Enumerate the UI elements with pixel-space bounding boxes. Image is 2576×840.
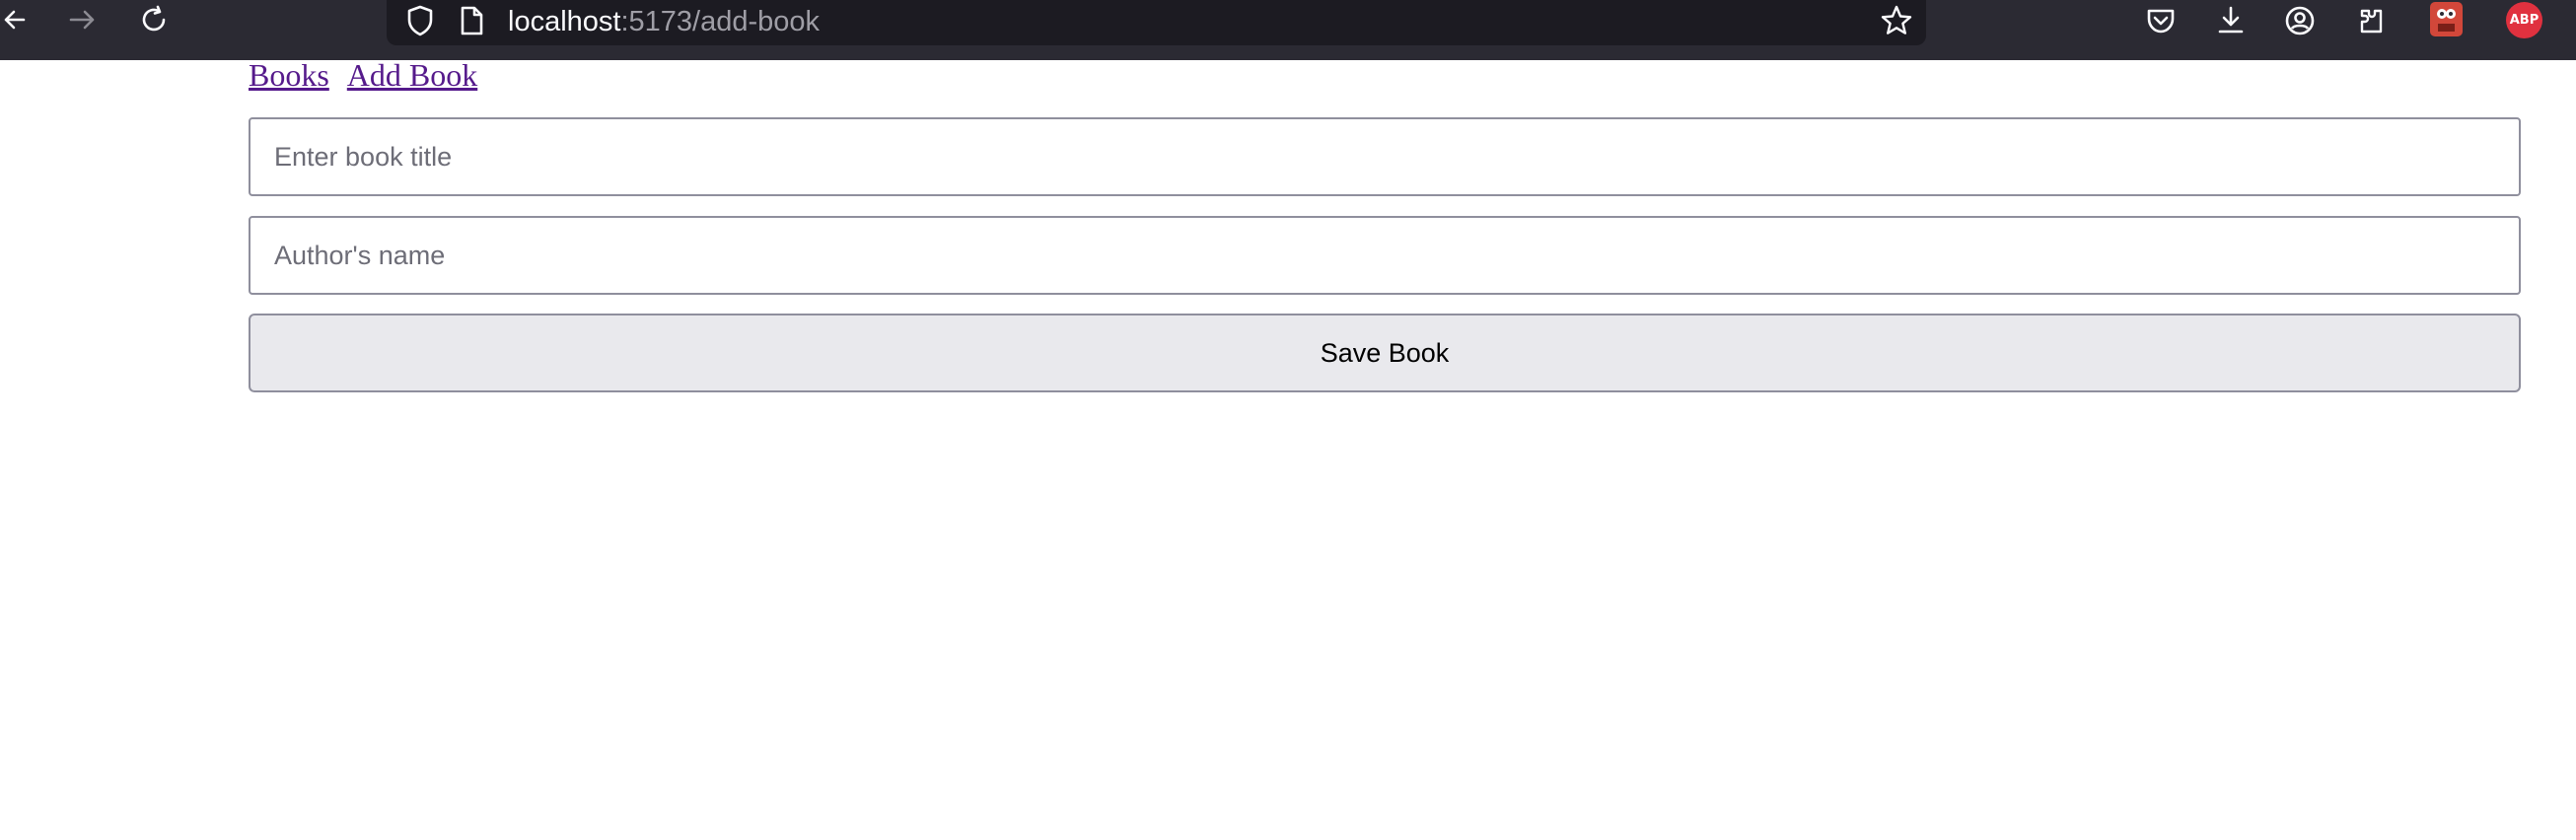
account-icon[interactable] (2281, 2, 2319, 39)
extension-tile-icon[interactable] (2430, 2, 2463, 36)
url-bar[interactable]: localhost:5173/add-book (387, 0, 1926, 45)
download-icon[interactable] (2212, 2, 2250, 39)
pocket-icon[interactable] (2142, 2, 2180, 39)
nav-link-add-book[interactable]: Add Book (347, 57, 477, 93)
save-book-button[interactable]: Save Book (249, 314, 2521, 392)
url-path: :5173/add-book (620, 6, 821, 37)
book-title-input[interactable] (249, 117, 2521, 196)
browser-toolbar: localhost:5173/add-book ABP (0, 0, 2576, 60)
page-nav: Books Add Book (249, 57, 477, 97)
shield-icon[interactable] (402, 2, 438, 39)
url-text[interactable]: localhost:5173/add-book (508, 4, 820, 39)
bookmark-star-icon[interactable] (1878, 2, 1915, 39)
reload-icon[interactable] (136, 2, 172, 37)
forward-icon[interactable] (65, 2, 101, 37)
extensions-icon[interactable] (2353, 2, 2391, 39)
url-host: localhost (508, 6, 621, 37)
author-name-input[interactable] (249, 216, 2521, 295)
adblock-plus-icon[interactable]: ABP (2506, 2, 2542, 38)
nav-link-books[interactable]: Books (249, 57, 329, 93)
back-icon[interactable] (0, 2, 30, 37)
page-icon[interactable] (456, 2, 487, 39)
